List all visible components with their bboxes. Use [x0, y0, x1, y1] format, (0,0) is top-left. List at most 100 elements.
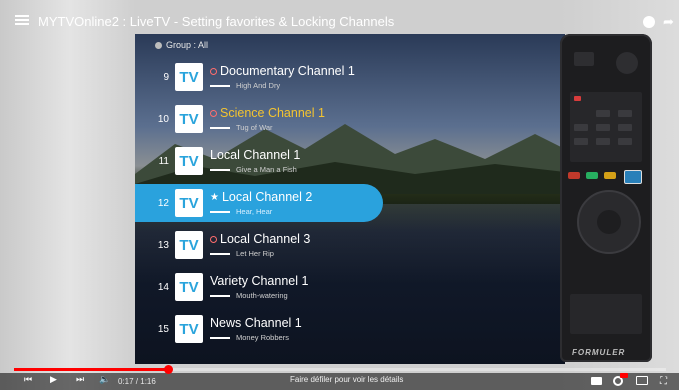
remote-key: [618, 124, 632, 131]
fullscreen-icon[interactable]: ⛶: [660, 376, 667, 387]
channel-title: News Channel 1: [210, 316, 302, 330]
channel-info: Science Channel 1 Tug of War: [210, 106, 325, 132]
channel-program: Hear, Hear: [210, 207, 312, 216]
channel-row[interactable]: 12 TV ★ Local Channel 2 Hear, Hear: [135, 184, 383, 222]
remote-key: [596, 110, 610, 117]
channel-name: Documentary Channel 1: [220, 64, 355, 78]
group-icon: [155, 41, 162, 49]
channel-info: ★ Local Channel 2 Hear, Hear: [210, 190, 312, 216]
subtitles-icon[interactable]: [591, 377, 602, 385]
channel-number: 14: [157, 281, 169, 293]
channel-logo: TV: [175, 231, 203, 259]
channel-name: Local Channel 2: [221, 190, 313, 204]
program-progress-bar: [210, 294, 230, 297]
channel-title: ★ Local Channel 2: [210, 190, 312, 204]
video-title-bar: MYTVOnline2 : LiveTV - Setting favorites…: [0, 0, 679, 34]
program-title: Tug of War: [236, 123, 273, 132]
channel-row[interactable]: 13 TV Local Channel 3 Let Her Rip: [135, 226, 383, 264]
channel-program: Let Her Rip: [210, 249, 310, 258]
channel-row[interactable]: 11 TV Local Channel 1 Give a Man a Fish: [135, 142, 383, 180]
channel-title: Science Channel 1: [210, 106, 325, 120]
channel-info: Documentary Channel 1 High And Dry: [210, 64, 355, 90]
time-total: 1:16: [140, 377, 156, 386]
remote-color-blue: [624, 170, 642, 184]
channel-row[interactable]: 9 TV Documentary Channel 1 High And Dry: [135, 58, 383, 96]
program-progress-bar: [210, 336, 230, 339]
channel-title: Documentary Channel 1: [210, 64, 355, 78]
volume-icon[interactable]: 🔈: [99, 374, 110, 385]
channel-logo: TV: [175, 189, 203, 217]
progress-scrubber[interactable]: [164, 365, 173, 374]
channel-row[interactable]: 14 TV Variety Channel 1 Mouth-watering: [135, 268, 383, 306]
remote-top-button: [616, 52, 638, 74]
channel-title: Variety Channel 1: [210, 274, 308, 288]
hd-badge-icon: [620, 373, 628, 378]
channel-name: Variety Channel 1: [210, 274, 309, 288]
program-progress-bar: [210, 210, 230, 213]
favorite-star-icon: ★: [210, 191, 219, 203]
channel-info: Local Channel 1 Give a Man a Fish: [210, 148, 300, 174]
channel-number: 13: [157, 239, 169, 251]
channel-logo: TV: [175, 105, 203, 133]
channel-program: Tug of War: [210, 123, 325, 132]
scroll-hint[interactable]: Faire défiler pour voir les détails: [290, 375, 403, 384]
remote-ok-button: [597, 210, 621, 234]
program-title: Money Robbers: [236, 333, 289, 342]
program-title: Give a Man a Fish: [236, 165, 297, 174]
video-frame: MYTVOnline2 : LiveTV - Setting favorites…: [0, 0, 679, 390]
lock-icon: [210, 235, 217, 243]
remote-key: [618, 138, 632, 145]
playlist-menu-icon[interactable]: [15, 15, 29, 27]
channel-logo: TV: [175, 273, 203, 301]
channel-number: 15: [157, 323, 169, 335]
play-icon[interactable]: ▶: [50, 374, 57, 385]
channel-number: 12: [157, 197, 169, 209]
channel-row[interactable]: 10 TV Science Channel 1 Tug of War: [135, 100, 383, 138]
program-title: Let Her Rip: [236, 249, 274, 258]
channel-row[interactable]: 15 TV News Channel 1 Money Robbers: [135, 310, 383, 348]
share-icon[interactable]: ➦: [663, 14, 674, 30]
program-title: High And Dry: [236, 81, 281, 90]
program-progress-bar: [210, 126, 230, 129]
watch-later-icon[interactable]: [643, 16, 655, 28]
program-title: Hear, Hear: [236, 207, 273, 216]
channel-program: Give a Man a Fish: [210, 165, 300, 174]
channel-number: 10: [157, 113, 169, 125]
channel-info: News Channel 1 Money Robbers: [210, 316, 302, 342]
program-progress-bar: [210, 84, 230, 87]
remote-color-red: [568, 172, 580, 179]
remote-key: [574, 138, 588, 145]
next-icon[interactable]: ⏭: [76, 374, 84, 385]
channel-name: Science Channel 1: [220, 106, 325, 120]
remote-color-yellow: [604, 172, 616, 179]
remote-key: [596, 138, 610, 145]
channel-logo: TV: [175, 63, 203, 91]
remote-key: [596, 124, 610, 131]
cast-icon[interactable]: [636, 376, 648, 385]
lock-icon: [210, 109, 217, 117]
channel-title: Local Channel 3: [210, 232, 310, 246]
channel-number: 11: [158, 155, 169, 167]
time-current: 0:17: [118, 377, 134, 386]
remote-color-green: [586, 172, 598, 179]
video-title[interactable]: MYTVOnline2 : LiveTV - Setting favorites…: [38, 14, 394, 29]
channel-name: Local Channel 3: [220, 232, 311, 246]
channel-info: Local Channel 3 Let Her Rip: [210, 232, 310, 258]
channel-program: High And Dry: [210, 81, 355, 90]
progress-bar[interactable]: [14, 365, 666, 374]
progress-fill: [14, 368, 170, 371]
group-label: Group : All: [166, 40, 209, 50]
remote-media-keys: [570, 294, 642, 334]
remote-key: [574, 124, 588, 131]
lock-icon: [210, 67, 217, 75]
remote-dpad: [577, 190, 641, 254]
program-title: Mouth-watering: [236, 291, 288, 300]
channel-number: 9: [163, 71, 169, 83]
time-display: 0:17 / 1:16: [118, 377, 156, 386]
channel-program: Mouth-watering: [210, 291, 308, 300]
previous-icon[interactable]: ⏮: [24, 374, 32, 385]
channel-logo: TV: [175, 315, 203, 343]
channel-name: News Channel 1: [210, 316, 302, 330]
group-filter: Group : All: [155, 40, 208, 50]
remote-power-button: [574, 52, 594, 66]
